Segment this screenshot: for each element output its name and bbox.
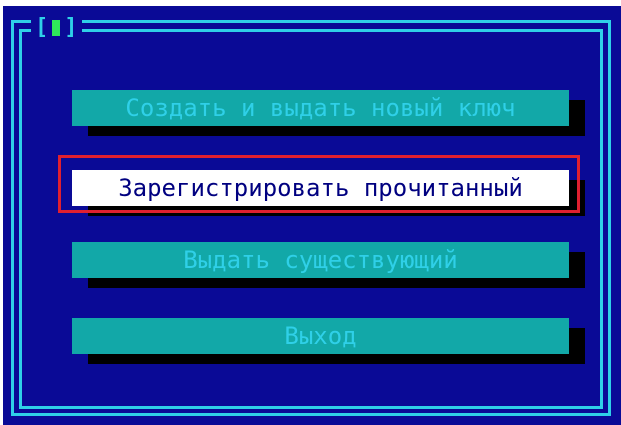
menu-item-issue-existing[interactable]: Выдать существующий — [72, 242, 585, 288]
menu-item-exit[interactable]: Выход — [72, 318, 585, 364]
screen: [ ] Создать и выдать новый ключ Зарегист… — [0, 0, 621, 425]
menu-item-create-key[interactable]: Создать и выдать новый ключ — [72, 90, 585, 136]
menu-item-label: Выход — [72, 318, 569, 354]
selection-highlight — [58, 155, 580, 213]
menu-item-label: Выдать существующий — [72, 242, 569, 278]
window-title-tag: [ ] — [31, 14, 82, 42]
menu-item-label: Создать и выдать новый ключ — [72, 90, 569, 126]
close-box-icon[interactable] — [52, 20, 61, 36]
main-menu-dialog: [ ] Создать и выдать новый ключ Зарегист… — [3, 6, 621, 425]
title-bracket-left: [ — [35, 15, 49, 40]
title-bracket-right: ] — [64, 15, 78, 40]
